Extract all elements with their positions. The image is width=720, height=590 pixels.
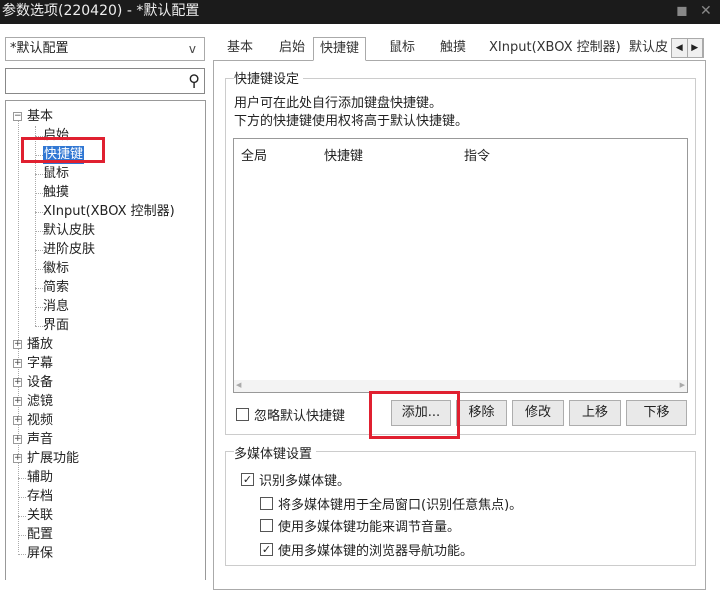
tree-item-leaf-0[interactable]: 辅助	[27, 469, 53, 487]
tree-item-leaf-4[interactable]: 屏保	[27, 545, 53, 563]
multimedia-option-label: 将多媒体键用于全局窗口(识别任意焦点)。	[278, 498, 523, 513]
magnifier-icon[interactable]: ⚲	[188, 71, 200, 90]
tree-item-7[interactable]: 徽标	[43, 260, 69, 278]
multimedia-option-1[interactable]: 将多媒体键用于全局窗口(识别任意焦点)。	[260, 494, 522, 513]
checkbox-box[interactable]	[260, 519, 273, 532]
tab-1[interactable]: 启始	[279, 37, 305, 61]
hotkey-list[interactable]: 全局 快捷键 指令 ◀ ▶	[233, 138, 688, 393]
tree-line	[18, 497, 26, 498]
hotkey-desc-1: 用户可在此处自行添加键盘快捷键。	[234, 96, 443, 111]
tree-item-10[interactable]: 界面	[43, 317, 69, 335]
scroll-right-icon[interactable]: ▶	[688, 39, 703, 57]
expand-icon[interactable]: +	[13, 416, 22, 425]
profile-selected: *默认配置	[10, 41, 69, 56]
checkbox-box[interactable]	[260, 497, 273, 510]
hotkey-desc-2: 下方的快捷键使用权将高于默认快捷键。	[234, 114, 469, 129]
checkbox-box[interactable]	[236, 408, 249, 421]
tree-line	[18, 554, 26, 555]
tree-item-leaf-3[interactable]: 配置	[27, 526, 53, 544]
column-header-command[interactable]: 指令	[464, 145, 490, 164]
tab-scroll[interactable]: ◀ ▶	[671, 38, 704, 58]
tree-item-5[interactable]: 默认皮肤	[43, 222, 95, 240]
tree-item-leaf-1[interactable]: 存档	[27, 488, 53, 506]
tree-item-6[interactable]: 进阶皮肤	[43, 241, 95, 259]
checkbox-box[interactable]: ✓	[260, 543, 273, 556]
tab-0[interactable]: 基本	[227, 37, 253, 61]
title-bar: 参数选项(220420) - *默认配置	[0, 0, 720, 24]
multimedia-option-2[interactable]: 使用多媒体键功能来调节音量。	[260, 516, 460, 535]
tab-3[interactable]: 鼠标	[389, 37, 415, 61]
pin-icon[interactable]: ◼	[676, 3, 688, 19]
tree-item-3[interactable]: 触摸	[43, 184, 69, 202]
tree-line	[18, 535, 26, 536]
tree-item-9[interactable]: 消息	[43, 298, 69, 316]
tab-2[interactable]: 快捷键	[313, 37, 367, 61]
search-input[interactable]: ⚲	[5, 68, 205, 94]
expand-icon[interactable]: +	[13, 340, 22, 349]
expand-icon[interactable]: +	[13, 397, 22, 406]
tree-line	[18, 516, 26, 517]
close-icon[interactable]: ✕	[700, 3, 712, 19]
expand-icon[interactable]: +	[13, 435, 22, 444]
expand-icon[interactable]: +	[13, 454, 22, 463]
tree-item-collapsed-3[interactable]: 滤镜	[27, 393, 53, 411]
highlight-box-add	[369, 391, 460, 439]
edit-button[interactable]: 修改	[512, 400, 564, 426]
move-down-button[interactable]: 下移	[626, 400, 687, 426]
column-header-hotkey[interactable]: 快捷键	[324, 145, 363, 164]
tree-item-8[interactable]: 简索	[43, 279, 69, 297]
tree-item-4[interactable]: XInput(XBOX 控制器)	[43, 203, 175, 221]
ignore-default-checkbox[interactable]: 忽略默认快捷键	[236, 405, 345, 424]
multimedia-option-label: 使用多媒体键的浏览器导航功能。	[278, 544, 474, 559]
settings-tree: − 基本 启始 快捷键 鼠标 触摸 XInput(XBOX 控制器) 默认皮肤 进阶皮肤 徽标 简索…	[5, 100, 206, 580]
collapse-icon[interactable]: −	[13, 112, 22, 121]
chevron-down-icon: v	[188, 42, 196, 56]
hotkey-group-title: 快捷键设定	[234, 68, 304, 87]
tree-item-collapsed-4[interactable]: 视频	[27, 412, 53, 430]
tree-item-collapsed-1[interactable]: 字幕	[27, 355, 53, 373]
tree-item-collapsed-6[interactable]: 扩展功能	[27, 450, 79, 468]
horizontal-scrollbar[interactable]: ◀ ▶	[234, 380, 687, 392]
tree-line	[18, 115, 19, 552]
tree-item-collapsed-2[interactable]: 设备	[27, 374, 53, 392]
tree-item-collapsed-0[interactable]: 播放	[27, 336, 53, 354]
checkbox-box[interactable]: ✓	[241, 473, 254, 486]
profile-dropdown[interactable]: *默认配置 v	[5, 37, 205, 61]
highlight-box-tree	[21, 137, 105, 163]
tab-4[interactable]: 触摸	[440, 37, 466, 61]
scroll-left-icon[interactable]: ◀	[672, 39, 688, 57]
tree-line	[18, 478, 26, 479]
ignore-default-label: 忽略默认快捷键	[254, 409, 346, 424]
tab-6[interactable]: 默认皮	[629, 37, 671, 61]
multimedia-group-title: 多媒体键设置	[234, 443, 317, 462]
tree-item-basic[interactable]: 基本	[27, 108, 53, 126]
expand-icon[interactable]: +	[13, 378, 22, 387]
multimedia-option-label: 识别多媒体键。	[259, 474, 351, 489]
move-up-button[interactable]: 上移	[569, 400, 621, 426]
window-title: 参数选项(220420) - *默认配置	[2, 3, 200, 19]
multimedia-option-3[interactable]: ✓ 使用多媒体键的浏览器导航功能。	[260, 540, 473, 559]
tree-item-collapsed-5[interactable]: 声音	[27, 431, 53, 449]
expand-icon[interactable]: +	[13, 359, 22, 368]
multimedia-option-label: 使用多媒体键功能来调节音量。	[278, 520, 461, 535]
tab-5[interactable]: XInput(XBOX 控制器)	[489, 37, 621, 61]
tree-item-2[interactable]: 鼠标	[43, 165, 69, 183]
column-header-global[interactable]: 全局	[241, 145, 267, 164]
remove-button[interactable]: 移除	[456, 400, 507, 426]
tree-item-leaf-2[interactable]: 关联	[27, 507, 53, 525]
multimedia-option-0[interactable]: ✓ 识别多媒体键。	[241, 470, 350, 489]
